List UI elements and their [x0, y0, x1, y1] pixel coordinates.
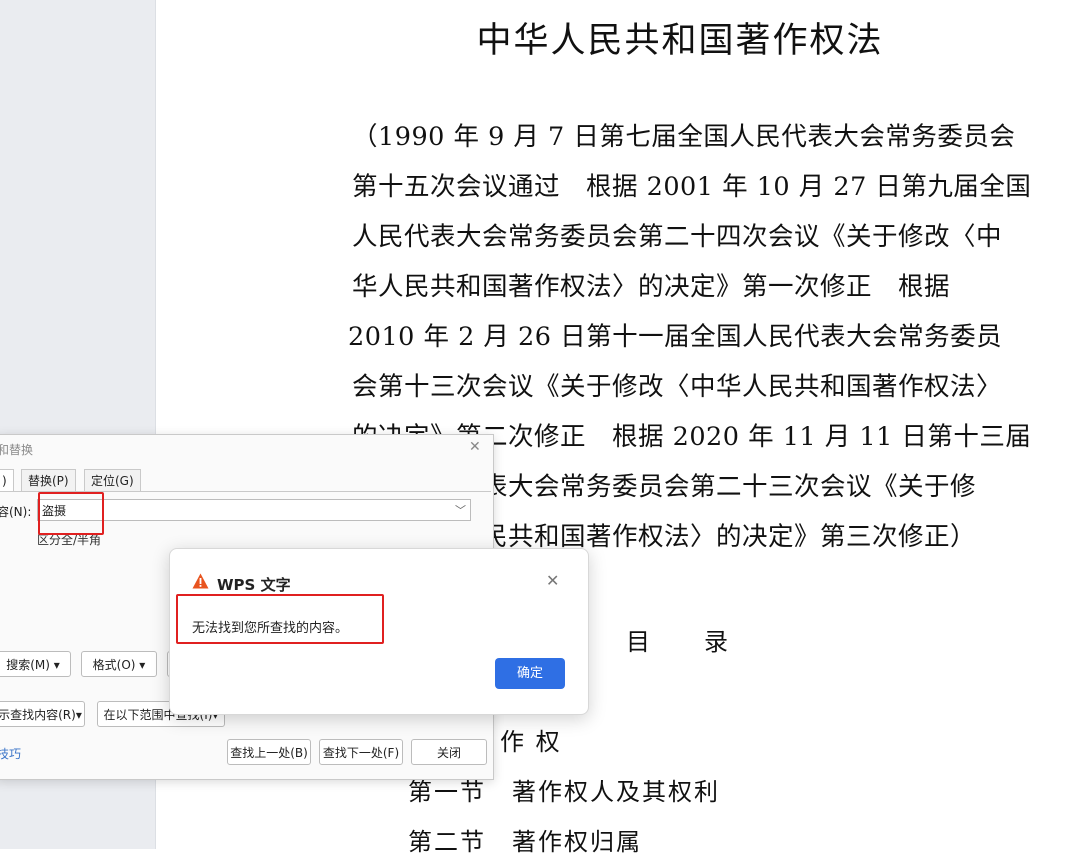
find-dialog-title: 和替换 [0, 443, 34, 457]
chevron-down-icon[interactable]: ﹀ [455, 500, 466, 522]
close-icon[interactable]: ✕ [546, 571, 559, 590]
tab-goto[interactable]: 定位(G) [84, 469, 141, 492]
toc-chapter-partial: 作 权 [500, 728, 562, 756]
warning-icon [192, 573, 209, 593]
format-button[interactable]: 格式(O) ▾ [81, 651, 157, 677]
toc-heading: 目 录 [626, 628, 730, 656]
ok-button[interactable]: 确定 [495, 658, 565, 689]
tab-find[interactable]: ) [0, 469, 14, 492]
preamble-line-2: 第十五次会议通过 根据 2001 年 10 月 27 日第九届全国 [352, 172, 1032, 202]
toc-item-2: 第二节 著作权归属 [408, 828, 642, 856]
alert-title: WPS 文字 [217, 576, 291, 594]
document-title: 中华人民共和国著作权法 [476, 21, 884, 61]
tab-replace[interactable]: 替换(P) [21, 469, 76, 492]
preamble-line-6: 会第十三次会议《关于修改〈中华人民共和国著作权法〉 [352, 372, 1003, 402]
find-next-button[interactable]: 查找下一处(F) [319, 739, 403, 765]
preamble-line-3: 人民代表大会常务委员会第二十四次会议《关于修改〈中 [352, 222, 1003, 252]
preamble-line-5: 2010 年 2 月 26 日第十一届全国人民代表大会常务委员 [348, 322, 1003, 352]
search-options-button[interactable]: 搜索(M) ▾ [0, 651, 71, 677]
close-button[interactable]: 关闭 [411, 739, 487, 765]
close-icon[interactable]: ✕ [469, 439, 481, 455]
find-previous-button[interactable]: 查找上一处(B) [227, 739, 311, 765]
highlight-box-search-term [38, 492, 104, 535]
highlight-box-alert-message [176, 594, 384, 644]
highlight-found-button[interactable]: 示查找内容(R)▾ [0, 701, 85, 727]
tips-link[interactable]: 技巧 [0, 745, 21, 762]
find-content-label: 容(N): [0, 505, 32, 519]
preamble-line-4: 华人民共和国著作权法〉的决定》第一次修正 根据 [352, 272, 951, 302]
preamble-line-1: （1990 年 9 月 7 日第七届全国人民代表大会常务委员会 [352, 122, 1016, 152]
